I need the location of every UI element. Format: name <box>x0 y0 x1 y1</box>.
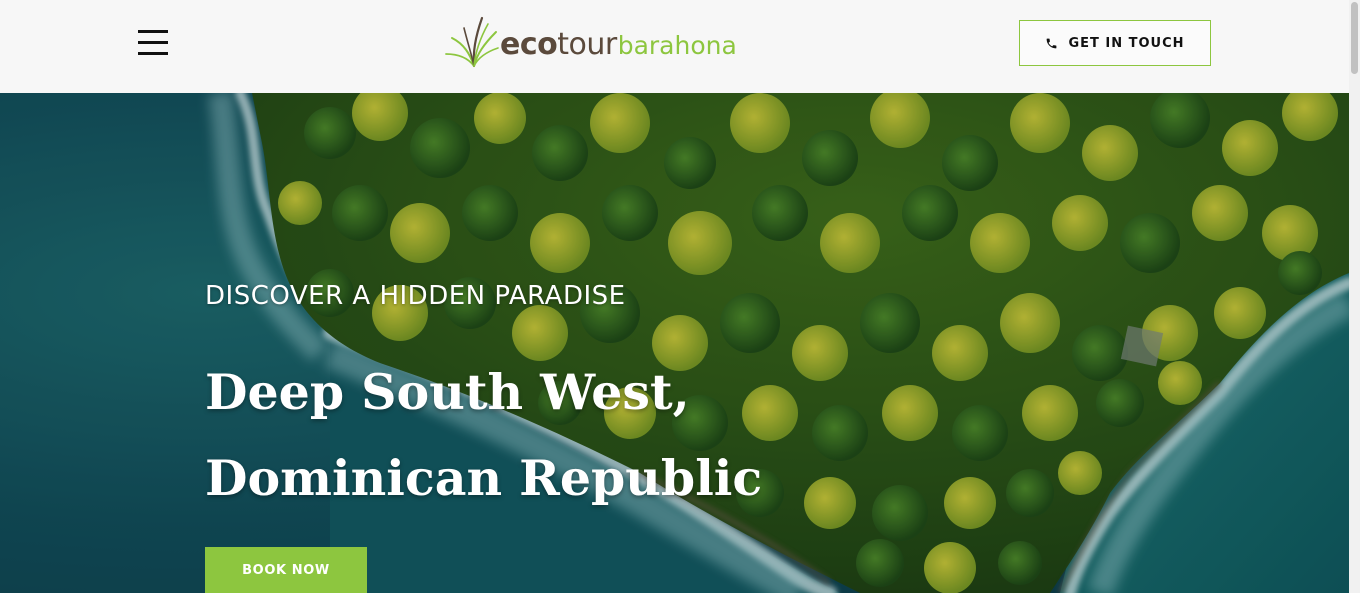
logo-text-tour: tour <box>557 26 617 62</box>
scrollbar-thumb[interactable] <box>1351 2 1358 74</box>
logo-text-barahona: barahona <box>617 30 737 60</box>
aerial-coastline-forest-image <box>0 93 1349 593</box>
hamburger-menu-icon[interactable] <box>138 30 168 56</box>
get-in-touch-button[interactable]: GET IN TOUCH <box>1019 20 1211 66</box>
logo-text-eco: eco <box>500 26 558 62</box>
hero-title-line-2: Dominican Republic <box>205 449 763 507</box>
site-logo[interactable]: eco tour barahona <box>444 14 744 70</box>
hero-title-line-1: Deep South West, <box>205 363 690 421</box>
page-scrollbar[interactable] <box>1349 0 1360 593</box>
book-now-button[interactable]: BOOK NOW <box>205 547 367 593</box>
hero-section: DISCOVER A HIDDEN PARADISE Deep South We… <box>0 93 1349 593</box>
grass-logo-icon <box>445 16 499 68</box>
get-in-touch-label: GET IN TOUCH <box>1068 35 1185 51</box>
site-header: eco tour barahona GET IN TOUCH <box>0 0 1349 93</box>
book-now-label: BOOK NOW <box>242 562 330 578</box>
phone-icon <box>1047 38 1057 48</box>
hero-eyebrow: DISCOVER A HIDDEN PARADISE <box>205 281 626 311</box>
